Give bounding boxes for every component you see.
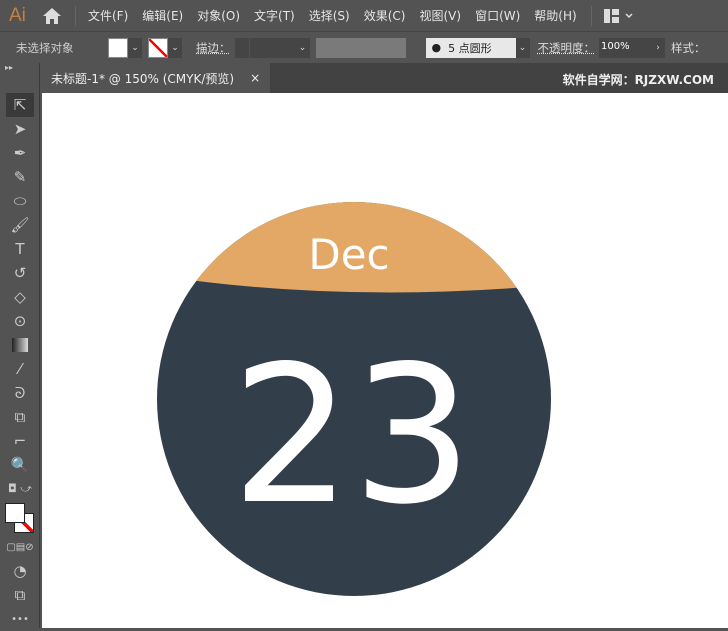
draw-mode-icon[interactable]: ◔ <box>0 559 40 583</box>
opacity-input[interactable]: 100% <box>599 37 651 58</box>
curvature-tool-icon[interactable]: ✎ <box>0 165 40 189</box>
swap-fill-stroke-icon[interactable]: ◘ ⤻ <box>0 477 40 501</box>
close-icon[interactable]: × <box>250 71 260 85</box>
gradient-tool-icon[interactable] <box>0 333 40 357</box>
blend-tool-icon[interactable]: ⧉ <box>0 405 40 429</box>
menu-window[interactable]: 窗口(W) <box>475 7 520 24</box>
day-number: 23 <box>231 325 473 546</box>
document-tab-bar: 未标题-1* @ 150% (CMYK/预览) × 软件自学网：RJZXW.COM <box>42 63 728 93</box>
stroke-swatch[interactable] <box>148 37 168 58</box>
type-tool-icon[interactable]: T <box>0 237 40 261</box>
pen-tool-icon[interactable]: ✒ <box>0 141 40 165</box>
stroke-dropdown[interactable]: ⌄ <box>168 37 182 58</box>
paintbrush-tool-icon[interactable]: 🖌 <box>0 213 40 237</box>
brush-dot-icon: ● <box>431 41 449 54</box>
stroke-stepper[interactable] <box>234 37 249 58</box>
tab-title: 未标题-1* @ 150% (CMYK/预览) <box>51 71 235 86</box>
app-logo: Ai <box>9 4 26 26</box>
document-tab[interactable]: 未标题-1* @ 150% (CMYK/预览) × <box>42 63 270 93</box>
fill-swatch[interactable] <box>108 37 128 58</box>
more-tools-icon[interactable]: ••• <box>0 607 40 631</box>
divider <box>590 5 592 26</box>
stroke-weight-input[interactable] <box>249 37 296 58</box>
menu-file[interactable]: 文件(F) <box>88 7 128 24</box>
eraser-tool-icon[interactable]: ◇ <box>0 285 40 309</box>
watermark-text: 软件自学网：RJZXW.COM <box>562 73 714 87</box>
rotate-tool-icon[interactable]: ↺ <box>0 261 40 285</box>
toolbar: ▸▸ ⇱ ➤ ✒ ✎ ⬭ 🖌 T ↺ ◇ ⊙ ⁄ ᘐ ⧉ ⌐ 🔍 ◘ ⤻ ▢▤⊘… <box>0 63 40 628</box>
fill-color[interactable] <box>5 503 25 523</box>
shape-builder-tool-icon[interactable]: ⊙ <box>0 309 40 333</box>
menu-view[interactable]: 视图(V) <box>419 7 461 24</box>
stroke-weight-dropdown[interactable]: ⌄ <box>295 37 310 58</box>
menu-type[interactable]: 文字(T) <box>254 7 295 24</box>
variable-width-profile[interactable] <box>315 37 406 58</box>
brush-dropdown[interactable]: ⌄ <box>515 37 530 58</box>
menu-select[interactable]: 选择(S) <box>309 7 350 24</box>
menu-help[interactable]: 帮助(H) <box>534 7 576 24</box>
artboard-canvas[interactable]: Dec 23 <box>42 93 728 628</box>
menu-effect[interactable]: 效果(C) <box>364 7 406 24</box>
color-mode-icons[interactable]: ▢▤⊘ <box>0 535 40 559</box>
month-label: Dec <box>308 230 389 279</box>
puppet-warp-tool-icon[interactable]: ᘐ <box>0 381 40 405</box>
selection-status: 未选择对象 <box>16 40 74 55</box>
artboard-tool-icon[interactable]: ⌐ <box>0 429 40 453</box>
home-icon[interactable] <box>41 6 63 26</box>
screen-mode-icon[interactable]: ⧉ <box>0 583 40 607</box>
direct-selection-tool-icon[interactable]: ➤ <box>0 117 40 141</box>
control-bar: 未选择对象 ⌄ ⌄ 描边： ⌄ ● 5 点圆形 ⌄ 不透明度： 100% › 样式： <box>0 31 728 63</box>
stroke-label[interactable]: 描边： <box>196 40 231 56</box>
brush-definition[interactable]: ● 5 点圆形 <box>425 37 516 58</box>
opacity-dropdown[interactable]: › <box>651 37 665 58</box>
fill-dropdown[interactable]: ⌄ <box>128 37 142 58</box>
selection-tool-icon[interactable]: ⇱ <box>6 93 34 117</box>
ellipse-tool-icon[interactable]: ⬭ <box>0 189 40 213</box>
style-label: 样式： <box>671 40 706 55</box>
zoom-tool-icon[interactable]: 🔍 <box>0 453 40 477</box>
menu-edit[interactable]: 编辑(E) <box>142 7 183 24</box>
calendar-artwork: Dec 23 <box>157 202 551 596</box>
menu-bar: Ai 文件(F) 编辑(E) 对象(O) 文字(T) 选择(S) 效果(C) 视… <box>0 0 728 31</box>
brush-name: 5 点圆形 <box>448 41 492 55</box>
fill-stroke-indicator[interactable] <box>0 501 39 535</box>
divider <box>75 5 76 26</box>
menu-object[interactable]: 对象(O) <box>197 7 240 24</box>
eyedropper-tool-icon[interactable]: ⁄ <box>0 357 40 381</box>
workspace-switcher-icon[interactable] <box>603 8 634 23</box>
opacity-label[interactable]: 不透明度： <box>538 40 596 56</box>
collapse-toolbar-icon[interactable]: ▸▸ <box>0 63 39 93</box>
